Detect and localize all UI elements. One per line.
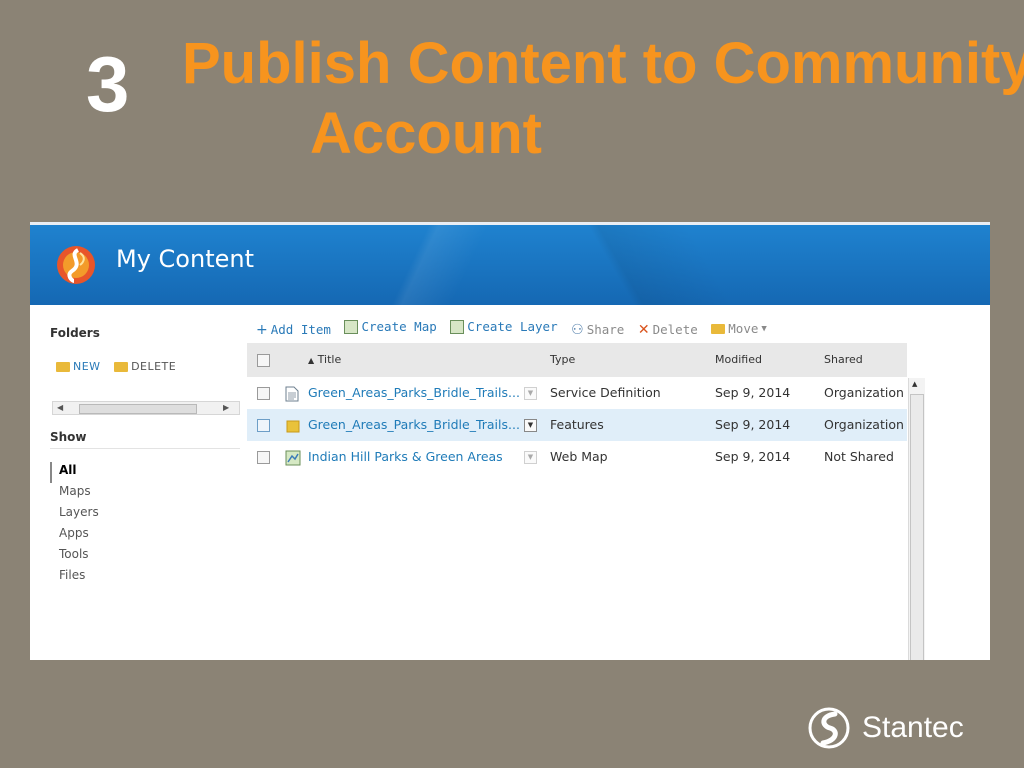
new-folder-label: NEW xyxy=(73,360,101,373)
scroll-right-arrow-icon[interactable]: ▶ xyxy=(223,402,229,414)
vertical-scrollbar[interactable]: ▲ xyxy=(908,378,925,660)
content-table: ▲ Title Type Modified Shared Green_Areas… xyxy=(247,343,907,473)
web-map-icon xyxy=(285,441,301,473)
show-item-all[interactable]: All xyxy=(50,462,99,483)
item-title-link[interactable]: Green_Areas_Parks_Bridle_Trails... xyxy=(308,377,520,409)
add-item-button[interactable]: + Add Item xyxy=(256,322,331,338)
delete-folder-icon xyxy=(114,361,129,372)
show-item-layers[interactable]: Layers xyxy=(50,504,99,525)
move-button[interactable]: Move ▼ xyxy=(711,321,767,336)
table-row[interactable]: Green_Areas_Parks_Bridle_Trails... ▼ Fea… xyxy=(247,409,907,441)
row-checkbox[interactable] xyxy=(257,441,270,473)
arcgis-logo-icon xyxy=(57,246,95,284)
page-title: My Content xyxy=(116,245,254,273)
new-folder-icon xyxy=(56,361,70,372)
show-item-files[interactable]: Files xyxy=(50,567,99,588)
item-modified: Sep 9, 2014 xyxy=(715,417,791,432)
scroll-thumb[interactable] xyxy=(79,404,197,414)
plus-icon: + xyxy=(256,321,268,338)
chevron-down-icon: ▼ xyxy=(761,323,767,334)
screenshot-panel: My Content Folders NEW DELETE ◀ ▶ Show A… xyxy=(30,222,990,660)
content-toolbar: + Add Item Create Map Create Layer ⚇ Sha… xyxy=(256,319,773,338)
sort-asc-icon: ▲ xyxy=(308,356,315,365)
column-modified-header[interactable]: Modified xyxy=(715,343,762,377)
scroll-up-arrow-icon[interactable]: ▲ xyxy=(912,380,917,388)
stantec-logo: Stantec xyxy=(808,706,968,752)
row-dropdown-icon[interactable]: ▼ xyxy=(524,409,537,441)
item-shared: Organization xyxy=(824,385,904,400)
row-dropdown-icon[interactable]: ▼ xyxy=(524,377,537,409)
share-label: Share xyxy=(586,322,625,337)
divider xyxy=(50,448,240,449)
document-icon xyxy=(285,377,299,409)
show-item-apps[interactable]: Apps xyxy=(50,525,99,546)
create-layer-label: Create Layer xyxy=(467,319,558,334)
create-map-label: Create Map xyxy=(361,319,437,334)
new-folder-button[interactable]: NEW xyxy=(56,360,101,373)
show-heading: Show xyxy=(50,430,87,444)
item-title-link[interactable]: Green_Areas_Parks_Bridle_Trails... xyxy=(308,409,520,441)
create-layer-button[interactable]: Create Layer xyxy=(450,319,558,334)
delete-folder-label: DELETE xyxy=(131,360,177,373)
folder-actions: NEW DELETE xyxy=(56,360,186,375)
create-map-button[interactable]: Create Map xyxy=(344,319,437,334)
folders-heading: Folders xyxy=(50,326,100,340)
slide-title-line1: Publish Content to Community xyxy=(182,31,1024,96)
layer-icon xyxy=(450,319,465,334)
item-type: Web Map xyxy=(550,449,608,464)
column-shared-header[interactable]: Shared xyxy=(824,343,863,377)
row-dropdown-icon[interactable]: ▼ xyxy=(524,441,537,473)
show-filter-list: All Maps Layers Apps Tools Files xyxy=(50,462,99,588)
column-title-label: Title xyxy=(317,353,342,366)
item-title-link[interactable]: Indian Hill Parks & Green Areas xyxy=(308,441,503,473)
table-row[interactable]: Green_Areas_Parks_Bridle_Trails... ▼ Ser… xyxy=(247,377,907,409)
stantec-mark-icon xyxy=(808,707,850,749)
row-checkbox[interactable] xyxy=(257,377,270,409)
feature-layer-icon xyxy=(285,409,301,441)
item-type: Service Definition xyxy=(550,385,661,400)
delete-button[interactable]: ✕ Delete xyxy=(638,322,698,338)
horizontal-scrollbar[interactable]: ◀ ▶ xyxy=(52,401,240,415)
share-icon: ⚇ xyxy=(571,321,584,338)
delete-folder-button[interactable]: DELETE xyxy=(114,360,176,373)
show-item-tools[interactable]: Tools xyxy=(50,546,99,567)
select-all-checkbox[interactable] xyxy=(257,343,270,377)
table-row[interactable]: Indian Hill Parks & Green Areas ▼ Web Ma… xyxy=(247,441,907,473)
item-shared: Not Shared xyxy=(824,449,894,464)
header-banner: My Content xyxy=(30,222,990,305)
column-type-header[interactable]: Type xyxy=(550,343,575,377)
delete-x-icon: ✕ xyxy=(637,321,650,338)
item-type: Features xyxy=(550,417,604,432)
slide-title-line2: Account xyxy=(310,101,542,166)
item-modified: Sep 9, 2014 xyxy=(715,385,791,400)
item-modified: Sep 9, 2014 xyxy=(715,449,791,464)
move-label: Move xyxy=(728,321,759,336)
show-item-maps[interactable]: Maps xyxy=(50,483,99,504)
move-folder-icon xyxy=(711,323,726,334)
scroll-left-arrow-icon[interactable]: ◀ xyxy=(57,402,63,414)
row-checkbox[interactable] xyxy=(257,409,270,441)
delete-label: Delete xyxy=(652,322,698,337)
share-button[interactable]: ⚇ Share xyxy=(571,322,624,338)
map-icon xyxy=(344,319,359,334)
brand-name: Stantec xyxy=(862,711,964,744)
table-header: ▲ Title Type Modified Shared xyxy=(247,343,907,377)
add-item-label: Add Item xyxy=(270,322,331,337)
column-title-header[interactable]: ▲ Title xyxy=(308,343,341,378)
item-shared: Organization xyxy=(824,417,904,432)
step-number: 3 xyxy=(86,40,130,128)
scroll-thumb[interactable] xyxy=(910,394,924,660)
